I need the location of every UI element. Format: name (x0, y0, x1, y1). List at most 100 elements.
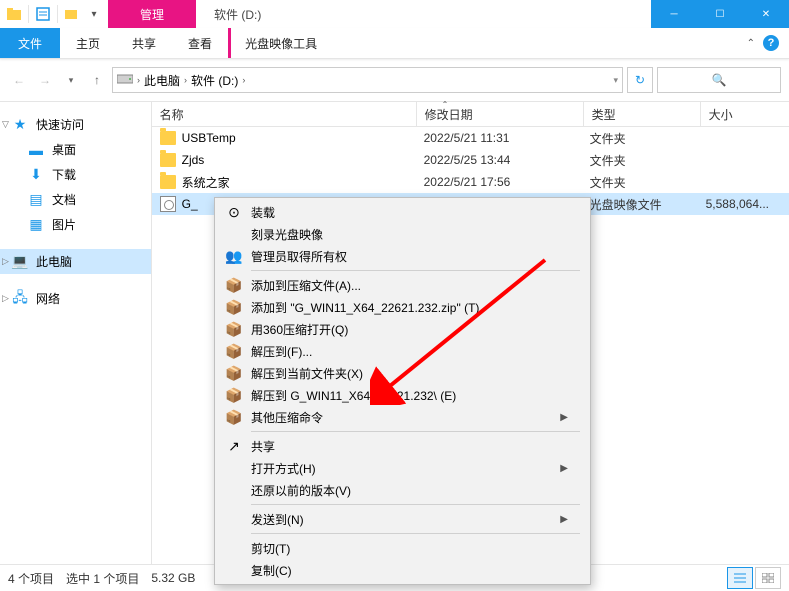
folder-icon (160, 131, 176, 145)
nav-this-pc[interactable]: ▷ 💻 此电脑 (0, 249, 151, 274)
nav-documents[interactable]: ▤ 文档 (0, 187, 151, 212)
context-menu-label: 打开方式(H) (251, 460, 316, 477)
context-menu-label: 解压到(F)... (251, 343, 312, 360)
context-menu-label: 发送到(N) (251, 511, 304, 528)
address-dropdown-icon[interactable]: ▾ (613, 75, 618, 86)
context-menu-label: 用360压缩打开(Q) (251, 321, 348, 338)
context-menu-label: 还原以前的版本(V) (251, 482, 351, 499)
column-type[interactable]: 类型 (584, 102, 701, 126)
context-menu-item[interactable]: 📦解压到 G_WIN11_X64_22621.232\ (E) (217, 384, 588, 406)
download-icon: ⬇ (28, 167, 44, 183)
file-row[interactable]: Zjds2022/5/25 13:44文件夹 (152, 149, 789, 171)
file-date: 2022/5/25 13:44 (416, 153, 582, 167)
ribbon-tab-disc-tools[interactable]: 光盘映像工具 (228, 28, 333, 58)
nav-up-button[interactable]: ↑ (86, 69, 108, 91)
folder-icon (160, 175, 176, 189)
context-menu-item[interactable]: 发送到(N) ▶ (217, 508, 588, 530)
file-row[interactable]: USBTemp2022/5/21 11:31文件夹 (152, 127, 789, 149)
context-menu-separator (251, 270, 580, 271)
column-size[interactable]: 大小 (701, 102, 789, 126)
context-menu-label: 其他压缩命令 (251, 409, 323, 426)
minimize-button[interactable]: ─ (651, 0, 697, 28)
context-menu-separator (251, 533, 580, 534)
nav-pictures[interactable]: ▦ 图片 (0, 212, 151, 237)
column-name[interactable]: 名称 (152, 102, 417, 126)
nav-network[interactable]: ▷ 🖧 网络 (0, 286, 151, 311)
expand-icon[interactable]: ▽ (2, 119, 9, 130)
nav-back-button[interactable]: ← (8, 69, 30, 91)
view-details-button[interactable] (727, 567, 753, 589)
context-menu-item[interactable]: 复制(C) (217, 559, 588, 581)
star-icon: ★ (12, 117, 28, 133)
close-button[interactable]: ✕ (743, 0, 789, 28)
expand-icon[interactable]: ▷ (2, 293, 9, 304)
column-headers: ⌃ 名称 修改日期 类型 大小 (152, 102, 789, 127)
context-menu-item[interactable]: 📦添加到 "G_WIN11_X64_22621.232.zip" (T) (217, 296, 588, 318)
context-menu-item[interactable]: ↗共享 (217, 435, 588, 457)
context-menu-item[interactable]: 打开方式(H) ▶ (217, 457, 588, 479)
nav-forward-button[interactable]: → (34, 69, 56, 91)
context-menu-item[interactable]: 📦解压到当前文件夹(X) (217, 362, 588, 384)
zip-icon: 📦 (225, 342, 243, 360)
nav-quick-access[interactable]: ▽ ★ 快速访问 (0, 112, 151, 137)
status-item-count: 4 个项目 (8, 570, 54, 587)
context-menu: ⊙装载刻录光盘映像 👥 管理员取得所有权 📦 添加到压缩文件(A)... 📦添加到 "G_… (214, 197, 591, 585)
search-input[interactable]: 🔍 (657, 67, 781, 93)
zip-icon: 📦 (225, 408, 243, 426)
context-menu-item[interactable]: 刻录光盘映像 (217, 223, 588, 245)
ribbon-collapse-icon[interactable]: ⌃ (747, 38, 755, 49)
nav-downloads[interactable]: ⬇ 下载 (0, 162, 151, 187)
context-menu-item[interactable]: 剪切(T) (217, 537, 588, 559)
context-tab-manage[interactable]: 管理 (108, 0, 196, 28)
chevron-right-icon[interactable]: › (184, 75, 187, 85)
help-icon[interactable]: ? (763, 35, 779, 51)
context-menu-label: 刻录光盘映像 (251, 226, 323, 243)
context-menu-separator (251, 431, 580, 432)
chevron-right-icon[interactable]: › (242, 75, 245, 85)
file-type: 文件夹 (582, 174, 698, 191)
titlebar: ▾ 管理 软件 (D:) ─ ☐ ✕ (0, 0, 789, 28)
nav-recent-dropdown[interactable]: ▾ (60, 69, 82, 91)
search-icon: 🔍 (712, 73, 727, 87)
ribbon-tab-view[interactable]: 查看 (172, 28, 228, 58)
context-menu-label: 添加到压缩文件(A)... (251, 277, 361, 294)
sort-indicator-icon: ⌃ (442, 100, 449, 109)
file-type: 光盘映像文件 (582, 196, 698, 213)
context-menu-item[interactable]: 👥 管理员取得所有权 (217, 245, 588, 267)
ribbon-tab-share[interactable]: 共享 (116, 28, 172, 58)
submenu-arrow-icon: ▶ (560, 514, 568, 525)
file-date: 2022/5/21 17:56 (416, 175, 582, 189)
maximize-button[interactable]: ☐ (697, 0, 743, 28)
context-menu-item[interactable]: 📦用360压缩打开(Q) (217, 318, 588, 340)
admin-icon: 👥 (225, 247, 243, 265)
submenu-arrow-icon: ▶ (560, 463, 568, 474)
address-input[interactable]: › 此电脑 › 软件 (D:) › ▾ (112, 67, 623, 93)
context-menu-item[interactable]: 📦 添加到压缩文件(A)... (217, 274, 588, 296)
ribbon-file[interactable]: 文件 (0, 28, 60, 58)
nav-desktop[interactable]: ▬ 桌面 (0, 137, 151, 162)
zip-icon: 📦 (225, 276, 243, 294)
breadcrumb-folder[interactable]: 软件 (D:) (191, 72, 238, 89)
breadcrumb-root[interactable]: 此电脑 (144, 72, 180, 89)
context-menu-item[interactable]: 📦 解压到(F)... (217, 340, 588, 362)
file-row[interactable]: 系统之家2022/5/21 17:56文件夹 (152, 171, 789, 193)
pc-icon: 💻 (12, 254, 28, 270)
qat-properties-icon[interactable] (35, 6, 51, 22)
context-menu-item[interactable]: 📦其他压缩命令▶ (217, 406, 588, 428)
explorer-icon (6, 6, 22, 22)
qat-dropdown-icon[interactable]: ▾ (86, 6, 102, 22)
expand-icon[interactable]: ▷ (2, 256, 9, 267)
file-type: 文件夹 (582, 130, 698, 147)
qat-newfolder-icon[interactable] (64, 6, 80, 22)
chevron-right-icon[interactable]: › (137, 75, 140, 85)
context-menu-label: 解压到当前文件夹(X) (251, 365, 363, 382)
ribbon-tab-home[interactable]: 主页 (60, 28, 116, 58)
drive-icon (117, 73, 133, 88)
context-menu-item[interactable]: ⊙装载 (217, 201, 588, 223)
context-menu-item[interactable]: 还原以前的版本(V) (217, 479, 588, 501)
folder-icon (160, 153, 176, 167)
context-menu-label: 管理员取得所有权 (251, 248, 347, 265)
context-menu-label: 剪切(T) (251, 540, 290, 557)
refresh-button[interactable]: ↻ (627, 67, 653, 93)
view-large-button[interactable] (755, 567, 781, 589)
